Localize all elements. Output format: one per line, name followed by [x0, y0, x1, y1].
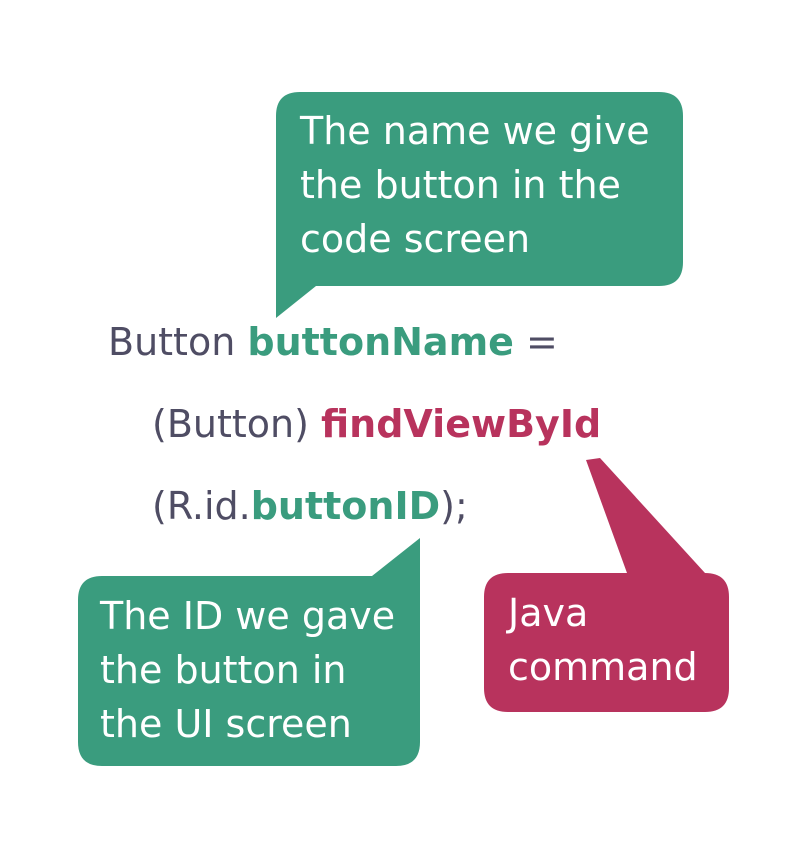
button-id-highlight: buttonID — [250, 484, 441, 528]
code-line-1: Button buttonName = — [108, 320, 558, 364]
variable-name-highlight: buttonName — [247, 320, 514, 364]
code-line-2: (Button) findViewById — [152, 402, 601, 446]
code-line-1-prefix: Button — [108, 320, 248, 364]
callout-bottom-left-text: The ID we gave the button in the UI scre… — [100, 594, 396, 746]
code-line-1-suffix: = — [513, 320, 558, 364]
code-line-3-prefix: (R.id. — [152, 484, 251, 528]
java-command-highlight: findViewById — [321, 402, 602, 446]
callout-bottom-right-text: Java command — [508, 591, 698, 689]
code-line-2-prefix: (Button) — [152, 402, 322, 446]
code-line-3-suffix: ); — [440, 484, 468, 528]
callout-top-text: The name we give the button in the code … — [300, 109, 650, 261]
code-line-3: (R.id.buttonID); — [152, 484, 468, 528]
